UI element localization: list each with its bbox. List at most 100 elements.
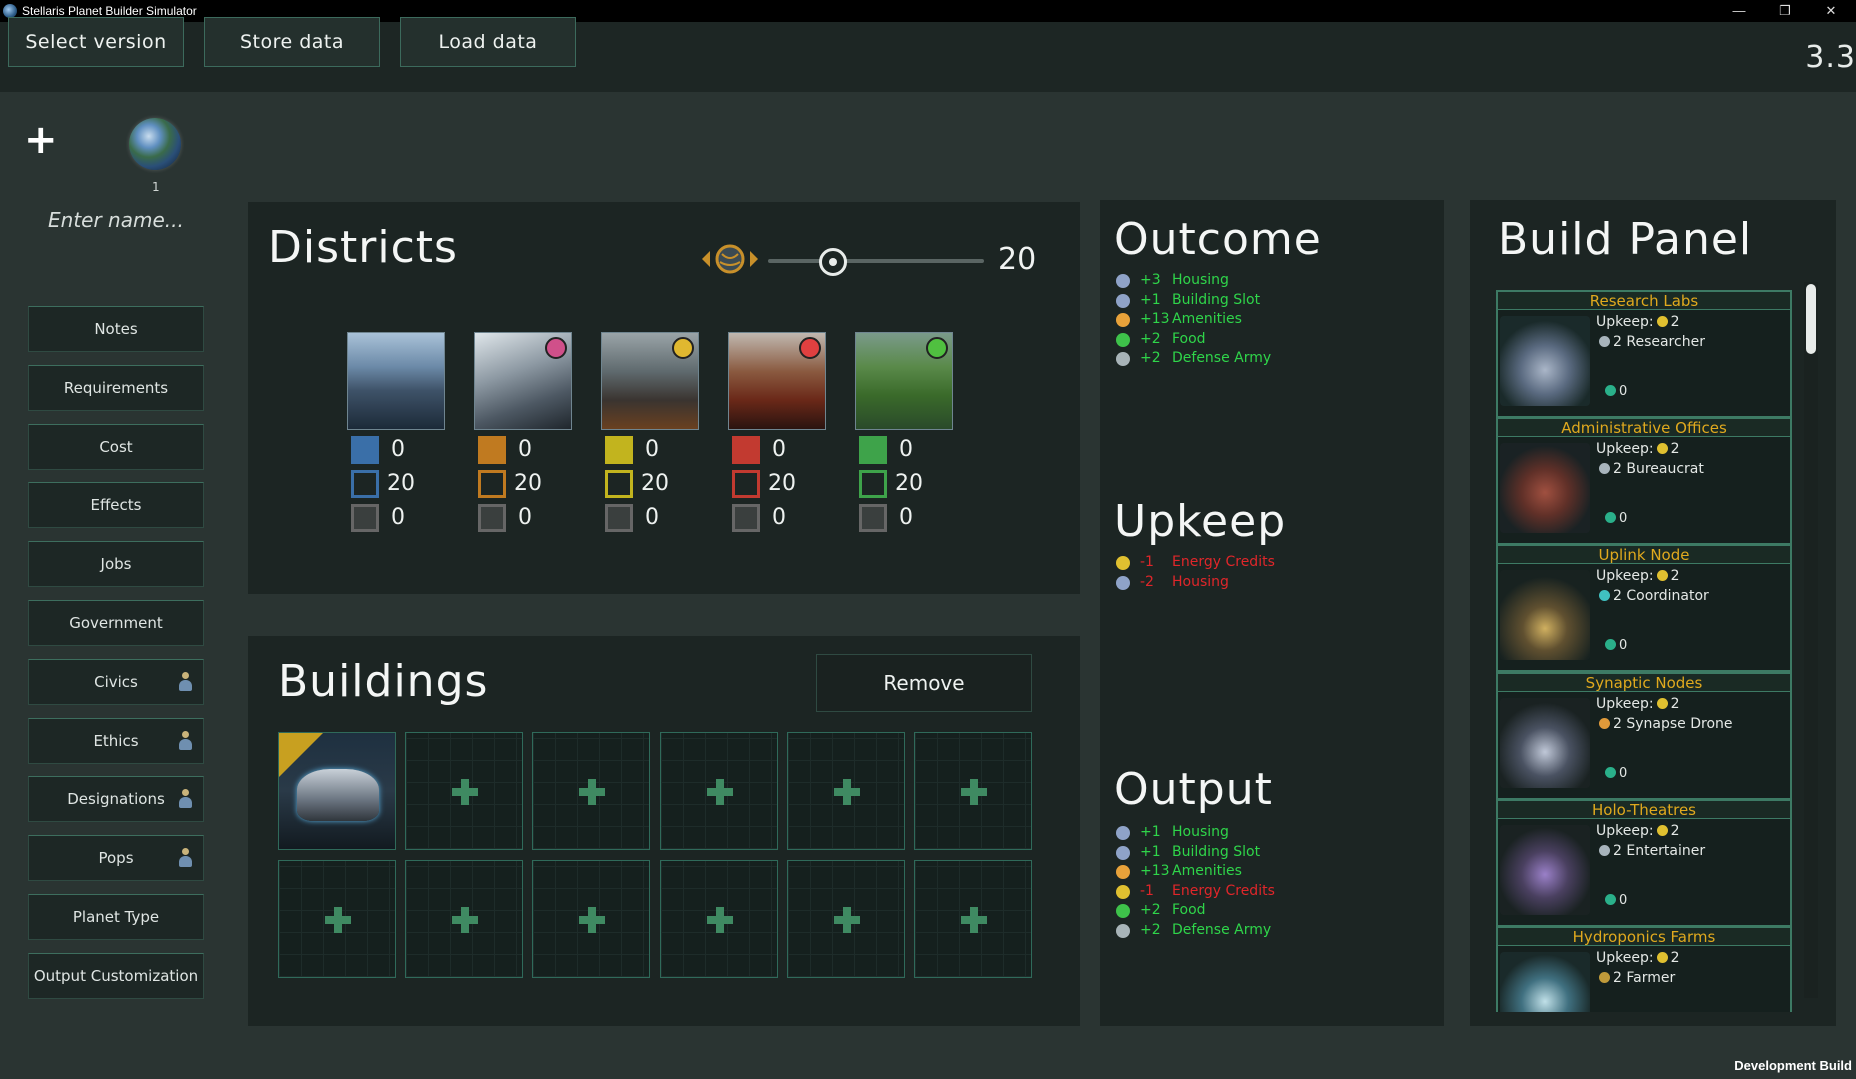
agriculture-district-built-box[interactable] [859, 436, 887, 464]
city-district-image[interactable] [347, 332, 445, 430]
sidebar-item-label: Planet Type [72, 908, 160, 926]
building-card-image [1500, 443, 1590, 534]
building-slot-icon [1116, 293, 1130, 308]
sidebar-item-pops[interactable]: Pops [28, 835, 204, 882]
mining-district-extra-value: 0 [772, 505, 786, 530]
sidebar-item-label: Ethics [93, 731, 139, 750]
sidebar-item-designations[interactable]: Designations [28, 776, 204, 823]
mining-district-extra-box[interactable] [732, 504, 760, 532]
building-slot-icon [1116, 845, 1130, 860]
sidebar-item-ethics[interactable]: Ethics [28, 717, 204, 764]
energy-credits-icon [1656, 570, 1668, 582]
generator-district-max-box[interactable] [605, 470, 633, 498]
industrial-district-built-box[interactable] [478, 436, 506, 464]
outcome-line-value: +2 [1140, 350, 1161, 367]
sidebar-item-requirements[interactable]: Requirements [28, 364, 204, 411]
generator-district-extra-box[interactable] [605, 504, 633, 532]
building-slot-empty[interactable] [659, 860, 778, 978]
mining-district-built-box[interactable] [732, 436, 760, 464]
agriculture-district-image[interactable] [855, 332, 953, 430]
building-card-hydroponics-farms[interactable]: Hydroponics Farms Upkeep: 2 2 Farmer [1496, 926, 1792, 1012]
sidebar-item-label: Civics [94, 672, 138, 691]
planet-icon[interactable] [129, 118, 181, 170]
building-card-holo-theatres[interactable]: Holo-Theatres Upkeep: 2 2 Entertainer 0 [1496, 798, 1792, 927]
planet-size-icon [702, 244, 758, 274]
agriculture-district-extra-box[interactable] [859, 504, 887, 532]
output-line-value: +2 [1140, 922, 1161, 938]
generator-district-image[interactable] [601, 332, 699, 430]
building-slot-empty[interactable] [532, 732, 651, 850]
building-card-synaptic-nodes[interactable]: Synaptic Nodes Upkeep: 2 2 Synapse Drone 0 [1496, 671, 1792, 800]
sidebar-item-label: Output Customization [33, 966, 199, 985]
building-card-title: Uplink Node [1498, 546, 1790, 565]
add-planet-button[interactable]: + [24, 120, 58, 160]
window-title: Stellaris Planet Builder Simulator [22, 4, 197, 18]
planet-name-input[interactable]: Enter name... [48, 208, 184, 232]
building-card-job: 2 Entertainer [1596, 843, 1705, 859]
planet-count: 1 [152, 180, 160, 194]
restore-button[interactable]: ❐ [1762, 0, 1808, 22]
building-slot-empty[interactable] [278, 860, 396, 978]
building-card-slots: 0 [1602, 766, 1627, 781]
building-slot-empty[interactable] [532, 860, 651, 978]
mining-district-max-box[interactable] [732, 470, 760, 498]
upkeep-label: Upkeep: [1596, 314, 1654, 330]
city-district-extra-box[interactable] [351, 504, 379, 532]
close-button[interactable]: ✕ [1808, 0, 1854, 22]
building-card-research-labs[interactable]: Research Labs Upkeep: 2 2 Researcher 0 [1496, 290, 1792, 418]
planet-size-slider-track[interactable] [768, 259, 984, 263]
building-slot-capital[interactable] [278, 732, 396, 850]
generator-resource-icon [672, 337, 694, 359]
city-district-max-box[interactable] [351, 470, 379, 498]
upkeep-label: Upkeep: [1596, 695, 1654, 712]
industrial-district-extra-box[interactable] [478, 504, 506, 532]
build-panel-scroll-thumb[interactable] [1806, 284, 1816, 354]
add-building-icon [961, 779, 987, 805]
remove-button[interactable]: Remove [816, 654, 1032, 712]
sidebar-item-cost[interactable]: Cost [28, 423, 204, 470]
agriculture-district-max-box[interactable] [859, 470, 887, 498]
industrial-district-max-box[interactable] [478, 470, 506, 498]
minimize-button[interactable]: — [1716, 0, 1762, 22]
add-building-icon [833, 907, 860, 933]
building-card-title: Holo-Theatres [1498, 800, 1790, 819]
building-card-list[interactable]: Research Labs Upkeep: 2 2 Researcher 0 Admini… [1496, 288, 1800, 1012]
energy-credits-icon [1656, 443, 1668, 455]
sidebar-item-output-customization[interactable]: Output Customization [28, 952, 204, 999]
build-panel-scrollbar[interactable] [1804, 282, 1818, 998]
sidebar-item-jobs[interactable]: Jobs [28, 541, 204, 588]
industrial-district-image[interactable] [474, 332, 572, 430]
building-slot-empty[interactable] [405, 860, 524, 978]
building-card-job: 2 Researcher [1596, 334, 1705, 350]
select-version-button[interactable]: Select version [8, 17, 184, 67]
mining-district-image[interactable] [728, 332, 826, 430]
building-card-job: 2 Synapse Drone [1596, 716, 1733, 732]
planet-size-slider-handle[interactable] [818, 248, 847, 276]
building-card-image [1500, 697, 1590, 788]
building-slot-empty[interactable] [786, 860, 905, 978]
pop-icon [179, 730, 192, 751]
building-slot-empty[interactable] [659, 732, 778, 850]
job-label: 2 Farmer [1613, 970, 1676, 986]
sidebar-item-planet-type[interactable]: Planet Type [28, 894, 204, 940]
sidebar-item-government[interactable]: Government [28, 600, 204, 646]
generator-district-built-box[interactable] [605, 436, 633, 464]
store-data-button[interactable]: Store data [204, 17, 380, 67]
outcome-line-label: Defense Army [1172, 350, 1272, 367]
building-slot-icon [1605, 639, 1616, 651]
sidebar-item-label: Requirements [63, 378, 169, 397]
add-building-icon [325, 907, 351, 933]
upkeep-value: 2 [1670, 950, 1680, 966]
upkeep-value: 2 [1670, 441, 1680, 458]
building-slot-empty[interactable] [914, 860, 1032, 978]
building-slot-empty[interactable] [914, 732, 1032, 850]
city-district-built-box[interactable] [351, 436, 379, 464]
building-card-administrative-offices[interactable]: Administrative Offices Upkeep: 2 2 Bureaucr… [1496, 417, 1792, 546]
sidebar-item-effects[interactable]: Effects [28, 482, 204, 529]
load-data-button[interactable]: Load data [400, 17, 576, 67]
building-slot-empty[interactable] [786, 732, 905, 850]
sidebar-item-notes[interactable]: Notes [28, 306, 204, 352]
building-slot-empty[interactable] [405, 732, 524, 850]
sidebar-item-civics[interactable]: Civics [28, 658, 204, 705]
building-card-uplink-node[interactable]: Uplink Node Upkeep: 2 2 Coordinator 0 [1496, 544, 1792, 673]
